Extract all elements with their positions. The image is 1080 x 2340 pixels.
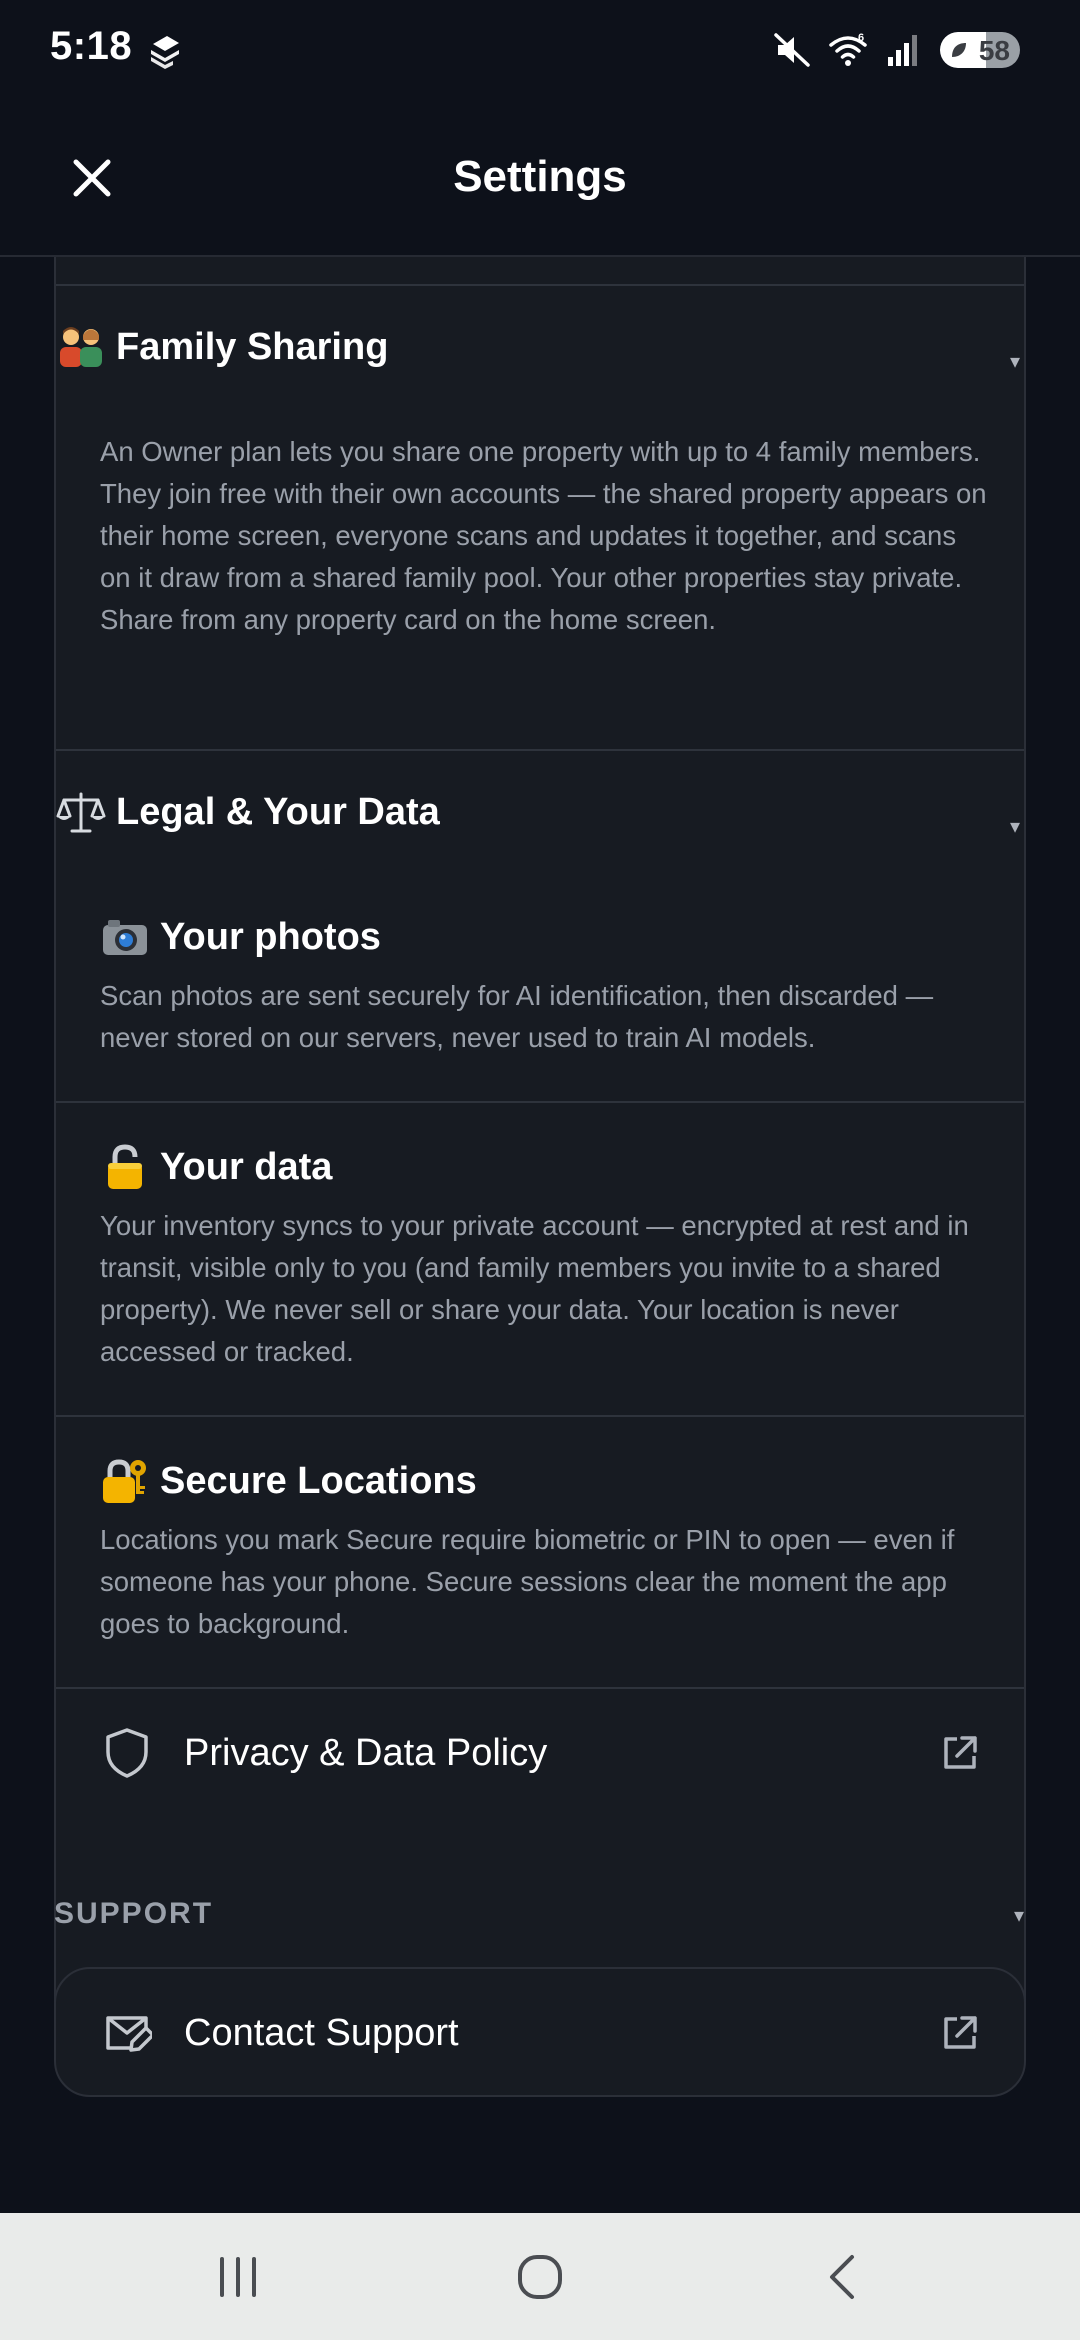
- family-sharing-title: Family Sharing: [116, 325, 389, 368]
- external-link-icon: [944, 1736, 977, 1769]
- settings-scroll-area[interactable]: Family Sharing ▾ An Owner plan lets you …: [0, 257, 1080, 2213]
- family-sharing-description: An Owner plan lets you share one propert…: [100, 436, 987, 635]
- family-sharing-caret[interactable]: ▾: [1010, 349, 1020, 374]
- divider: [56, 1101, 1024, 1103]
- power-saving-leaf-icon: [952, 43, 966, 57]
- app-logo-icon: [151, 36, 179, 69]
- external-link-icon: [944, 2016, 977, 2049]
- back-icon[interactable]: [810, 2245, 874, 2309]
- legal-caret[interactable]: ▾: [1010, 814, 1020, 839]
- balance-scale-icon: [56, 790, 106, 834]
- your-photos-heading: Your photos: [100, 912, 381, 962]
- secure-locations-heading: Secure Locations: [100, 1456, 477, 1506]
- your-photos-title: Your photos: [160, 915, 381, 958]
- your-data-heading: Your data: [100, 1142, 332, 1192]
- secure-locations-description: Locations you mark Secure require biomet…: [100, 1524, 955, 1639]
- family-emoji-icon: [56, 325, 106, 369]
- support-card: Contact Support: [54, 1967, 1026, 2097]
- divider: [56, 284, 1024, 286]
- recent-apps-icon[interactable]: [206, 2245, 270, 2309]
- app-header: Settings: [0, 100, 1080, 257]
- divider: [56, 1415, 1024, 1417]
- wifi-icon: 6: [829, 32, 867, 66]
- status-bar: 5:18 6 58: [0, 0, 1080, 100]
- contact-support-link[interactable]: Contact Support: [56, 1969, 1024, 2097]
- status-icons: 6 58: [772, 28, 1020, 72]
- battery-percent: 58: [978, 35, 1010, 66]
- status-time: 5:18: [50, 24, 133, 68]
- lock-with-key-icon: [100, 1456, 150, 1506]
- wifi-badge: 6: [858, 32, 864, 44]
- home-icon[interactable]: [508, 2245, 572, 2309]
- about-card: Family Sharing ▾ An Owner plan lets you …: [54, 257, 1026, 2087]
- divider: [56, 749, 1024, 751]
- your-data-description: Your inventory syncs to your private acc…: [100, 1210, 969, 1367]
- legal-header[interactable]: Legal & Your Data: [56, 790, 440, 834]
- battery-icon: 58: [940, 32, 1020, 68]
- support-section-label: SUPPORT: [54, 1897, 214, 1930]
- camera-icon: [100, 912, 150, 962]
- family-sharing-header[interactable]: Family Sharing: [56, 325, 388, 369]
- page-title: Settings: [453, 152, 627, 201]
- signal-icon: [888, 35, 917, 66]
- contact-support-label: Contact Support: [184, 2011, 459, 2054]
- mute-icon: [774, 33, 810, 67]
- shield-icon: [106, 1728, 148, 1778]
- system-nav-bar: [0, 2213, 1080, 2340]
- privacy-policy-label: Privacy & Data Policy: [184, 1731, 548, 1774]
- secure-locations-title: Secure Locations: [160, 1459, 477, 1502]
- support-caret[interactable]: ▾: [1014, 1903, 1024, 1928]
- mail-edit-icon: [106, 2016, 152, 2052]
- padlock-icon: [100, 1142, 150, 1192]
- your-photos-description: Scan photos are sent securely for AI ide…: [100, 980, 934, 1053]
- legal-title: Legal & Your Data: [116, 790, 440, 833]
- privacy-policy-link[interactable]: Privacy & Data Policy: [56, 1689, 1024, 1817]
- your-data-title: Your data: [160, 1145, 333, 1188]
